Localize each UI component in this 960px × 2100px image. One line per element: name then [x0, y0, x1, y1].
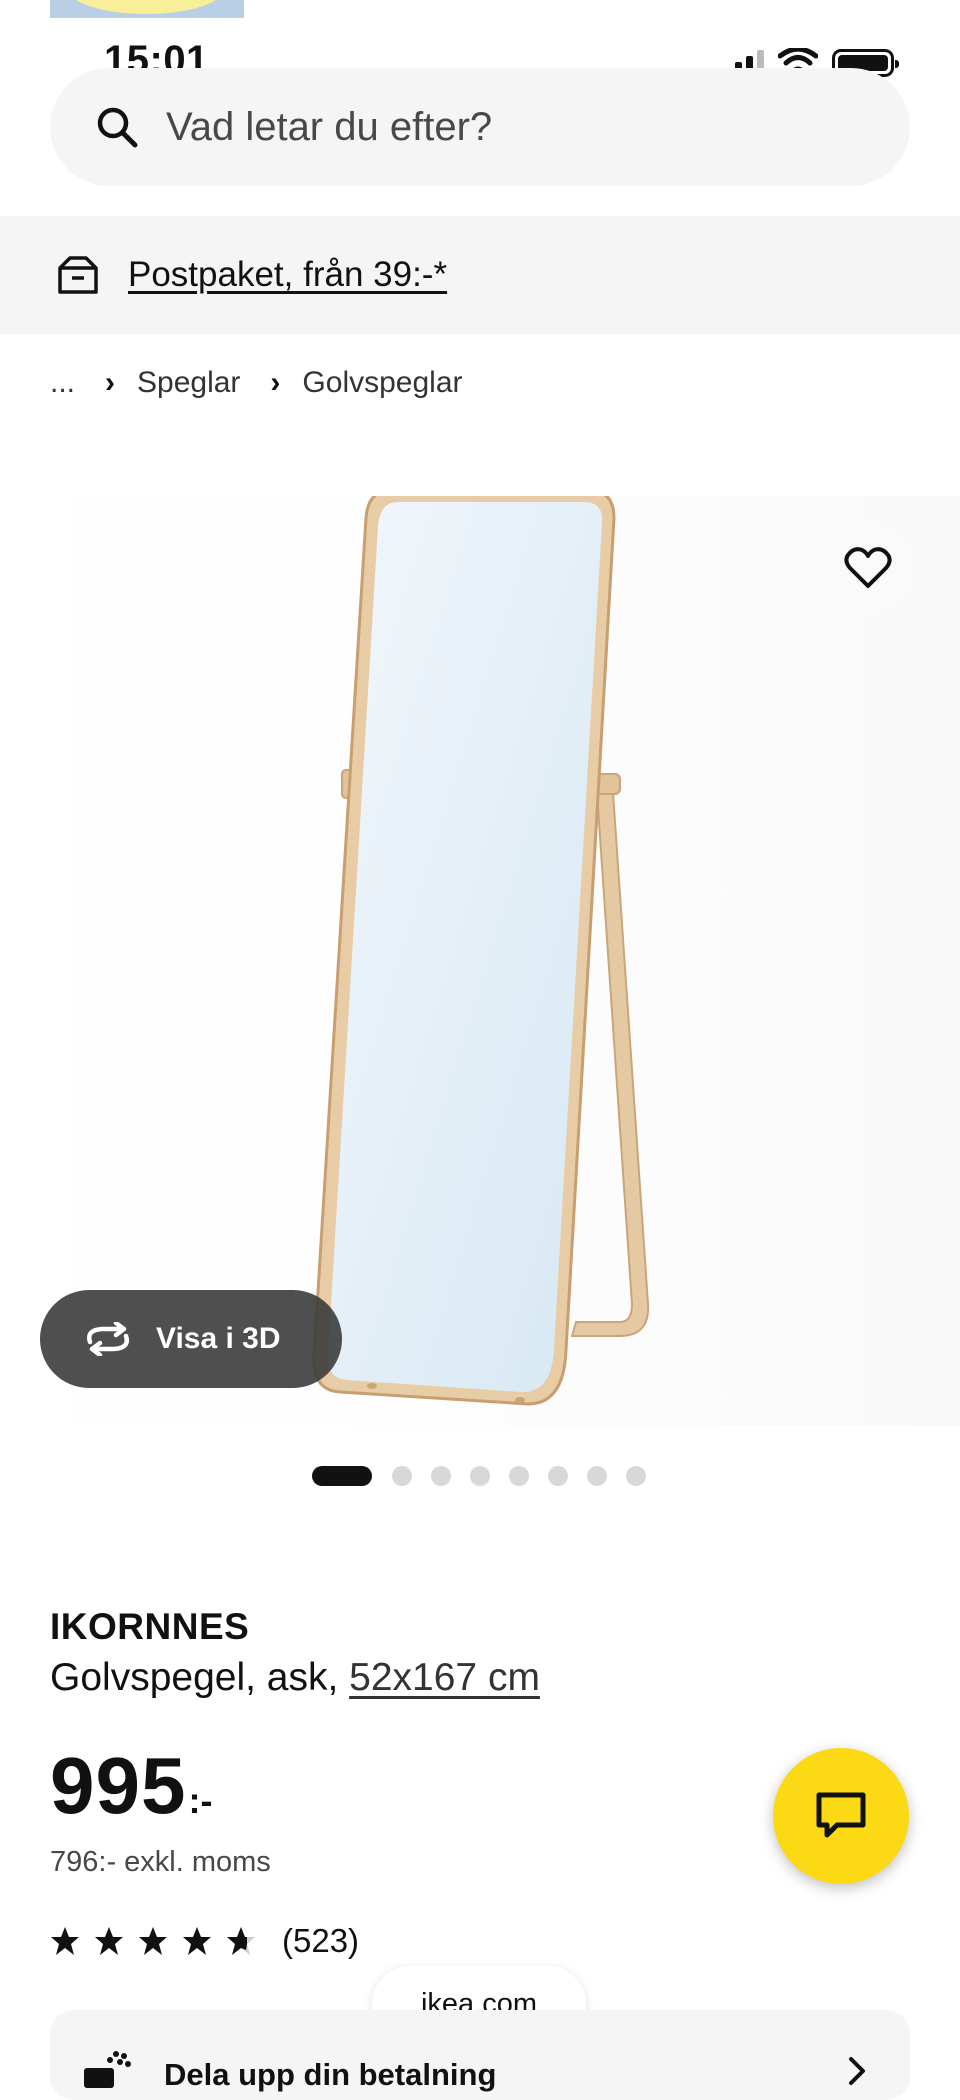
chat-button[interactable] — [773, 1748, 909, 1884]
carousel-dot[interactable] — [509, 1466, 529, 1486]
favourite-button[interactable] — [822, 522, 914, 614]
product-name: IKORNNES — [50, 1606, 250, 1647]
product-type: Golvspegel, ask, — [50, 1656, 350, 1699]
star-icon — [139, 1927, 167, 1955]
parcel-icon — [58, 256, 98, 294]
search-input[interactable] — [164, 103, 868, 151]
payment-split-icon — [84, 2051, 131, 2088]
split-payment-label: Dela upp din betalning — [164, 2057, 497, 2092]
floor-mirror-illustration — [312, 488, 650, 1406]
price-excl-vat: 796:- exkl. moms — [50, 1846, 271, 1878]
view-in-3d-label: Visa i 3D — [156, 1322, 281, 1355]
carousel-dot[interactable] — [312, 1466, 372, 1486]
review-count: (523) — [282, 1922, 360, 1959]
search-bar[interactable] — [50, 68, 910, 186]
chevron-right-icon: › — [270, 366, 281, 399]
star-icon — [183, 1927, 211, 1955]
delivery-banner[interactable]: Postpaket, från 39:-* — [0, 216, 960, 334]
product-size-link[interactable]: 52x167 cm — [349, 1656, 540, 1699]
rating-stars — [50, 1926, 256, 1956]
product-description: Golvspegel, ask, 52x167 cm — [50, 1656, 540, 1700]
delivery-link[interactable]: Postpaket, från 39:-* — [128, 255, 447, 295]
carousel-dot[interactable] — [470, 1466, 490, 1486]
star-icon — [95, 1927, 123, 1955]
heart-icon — [844, 547, 892, 588]
split-payment-row[interactable]: Dela upp din betalning — [50, 2010, 910, 2100]
price-currency: :- — [188, 1780, 213, 1821]
view-in-3d-button[interactable]: Visa i 3D — [40, 1290, 342, 1388]
breadcrumb-ellipsis[interactable]: ... — [50, 366, 75, 400]
product-image[interactable] — [0, 488, 960, 1426]
chat-bubble-icon — [816, 1792, 866, 1838]
rotate-3d-icon — [87, 1322, 129, 1356]
carousel-dot[interactable] — [431, 1466, 451, 1486]
carousel-dot[interactable] — [626, 1466, 646, 1486]
search-icon — [97, 107, 138, 148]
chevron-right-icon — [849, 2057, 865, 2085]
breadcrumb-item-speglar[interactable]: Speglar — [137, 366, 240, 400]
price-value: 995 — [50, 1741, 187, 1830]
image-carousel-indicator[interactable] — [312, 1466, 646, 1486]
star-half-icon — [227, 1927, 255, 1955]
carousel-dot[interactable] — [392, 1466, 412, 1486]
breadcrumb: ... › Speglar › Golvspeglar — [50, 366, 463, 400]
star-icon — [51, 1927, 79, 1955]
top-image-fragment — [50, 0, 244, 18]
carousel-dot[interactable] — [587, 1466, 607, 1486]
product-rating[interactable]: (523) — [50, 1922, 359, 1960]
carousel-dot[interactable] — [548, 1466, 568, 1486]
breadcrumb-item-golvspeglar[interactable]: Golvspeglar — [302, 366, 462, 400]
product-price: 995 :- — [50, 1740, 212, 1832]
chevron-right-icon: › — [105, 366, 116, 399]
